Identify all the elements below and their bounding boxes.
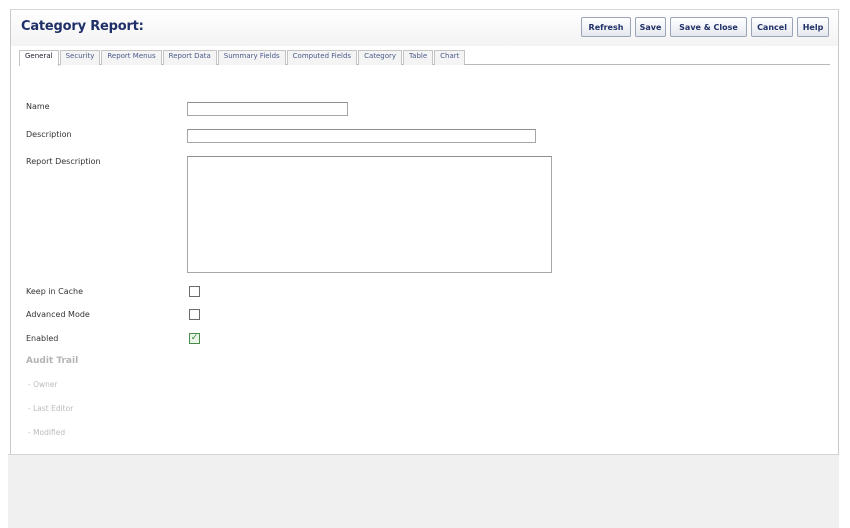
refresh-button[interactable]: Refresh	[581, 17, 631, 37]
name-label: Name	[26, 102, 50, 111]
description-input[interactable]	[187, 129, 536, 143]
advanced-mode-label: Advanced Mode	[26, 310, 90, 319]
audit-modified-label: - Modified	[28, 428, 66, 437]
audit-owner-label: - Owner	[28, 380, 58, 389]
panel-header: Category Report: Refresh Save Save & Clo…	[11, 10, 838, 46]
tab-report-menus[interactable]: Report Menus	[101, 50, 162, 65]
tab-table[interactable]: Table	[403, 50, 434, 65]
tab-security[interactable]: Security	[59, 50, 101, 65]
tab-computed-fields[interactable]: Computed Fields	[286, 50, 358, 65]
cancel-button[interactable]: Cancel	[751, 17, 793, 37]
page-title: Category Report:	[21, 19, 144, 34]
keep-in-cache-checkbox[interactable]	[189, 286, 200, 297]
tab-general[interactable]: General	[19, 50, 59, 66]
footer-area	[8, 454, 839, 528]
tab-summary-fields[interactable]: Summary Fields	[217, 50, 286, 65]
checkmark-icon: ✓	[190, 333, 199, 343]
help-button[interactable]: Help	[797, 17, 829, 37]
report-description-label: Report Description	[26, 157, 101, 166]
audit-last-editor-label: - Last Editor	[28, 404, 74, 413]
tab-report-data[interactable]: Report Data	[162, 50, 217, 65]
report-description-textarea[interactable]	[187, 156, 552, 273]
tab-category[interactable]: Category	[358, 50, 403, 65]
save-close-button[interactable]: Save & Close	[670, 17, 747, 37]
top-cropped-text-fragment	[0, 0, 60, 6]
description-label: Description	[26, 130, 72, 139]
keep-in-cache-label: Keep in Cache	[26, 287, 84, 296]
tab-bar: General Security Report Menus Report Dat…	[19, 50, 830, 66]
save-button[interactable]: Save	[635, 17, 666, 37]
enabled-label: Enabled	[26, 334, 59, 343]
enabled-checkbox[interactable]: ✓	[189, 333, 200, 344]
name-input[interactable]	[187, 102, 348, 116]
advanced-mode-checkbox[interactable]	[189, 309, 200, 320]
tab-chart[interactable]: Chart	[434, 50, 466, 65]
audit-trail-heading: Audit Trail	[26, 356, 79, 366]
toolbar: Refresh Save Save & Close Cancel Help	[581, 17, 829, 37]
report-editor-panel: Category Report: Refresh Save Save & Clo…	[10, 9, 839, 455]
